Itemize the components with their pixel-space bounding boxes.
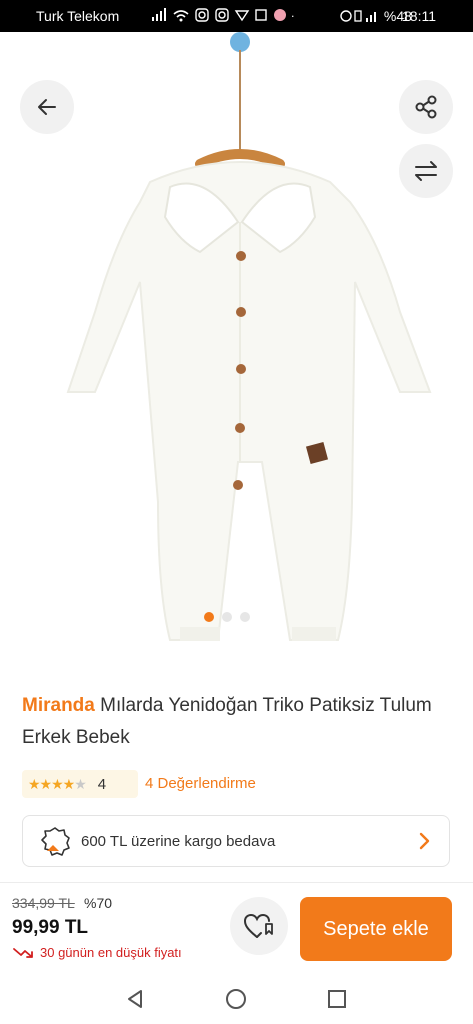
free-shipping-banner[interactable]: 600 TL üzerine kargo bedava [22,815,450,867]
shipping-text: 600 TL üzerine kargo bedava [81,832,276,850]
status-icons: · [152,8,302,25]
status-bar: Turk Telekom · %48 18:11 [0,0,473,32]
original-price: 334,99 TL [12,895,75,911]
lowest-price-text: 30 günün en düşük fiyatı [40,945,182,960]
rating-summary[interactable]: ★★★★★ 4 [22,770,138,798]
current-price: 99,99 TL [12,917,89,938]
signal-wifi-notification-icons: · [152,8,297,23]
add-to-favorites-button[interactable] [230,897,288,955]
pagination-dot[interactable] [240,612,250,622]
brand-link[interactable]: Miranda [22,695,95,716]
pagination-dot[interactable] [204,612,214,622]
share-icon [415,95,437,119]
clock: 18:11 [402,8,436,24]
reviews-link[interactable]: 4 Değerlendirme [145,775,256,792]
arrow-left-icon [38,99,56,115]
star-rating-icon: ★★★★★ [28,775,87,792]
image-pagination [204,612,250,622]
chevron-right-icon [419,832,430,850]
carrier-name: Turk Telekom [36,8,120,24]
cargo-truck-icon [41,827,70,856]
svg-text:·: · [291,10,297,22]
system-navigation-bar [0,972,473,1024]
discount-badge: %70 [84,895,113,911]
add-to-cart-button[interactable]: Sepete ekle [300,897,452,961]
recents-square-icon[interactable] [326,988,348,1010]
alarm-vibrate-signal-icons [340,10,376,22]
product-title: Miranda Mılarda Yenidoğan Triko Patiksiz… [22,690,452,754]
purchase-bar: 334,99 TL %70 99,99 TL 30 günün en düşük… [0,882,473,973]
trend-down-icon [13,947,33,958]
swap-arrows-icon [415,161,437,181]
home-circle-icon[interactable] [225,988,247,1010]
rating-value: 4 [97,775,107,793]
heart-collection-icon [243,913,273,938]
white-knit-baby-romper-image [66,32,432,641]
pagination-dot[interactable] [222,612,232,622]
product-image-gallery[interactable] [0,32,473,670]
compare-button[interactable] [399,144,453,198]
back-button[interactable] [20,80,74,134]
share-button[interactable] [399,80,453,134]
lowest-price-note: 30 günün en düşük fiyatı [12,945,182,960]
back-triangle-icon[interactable] [124,988,146,1010]
